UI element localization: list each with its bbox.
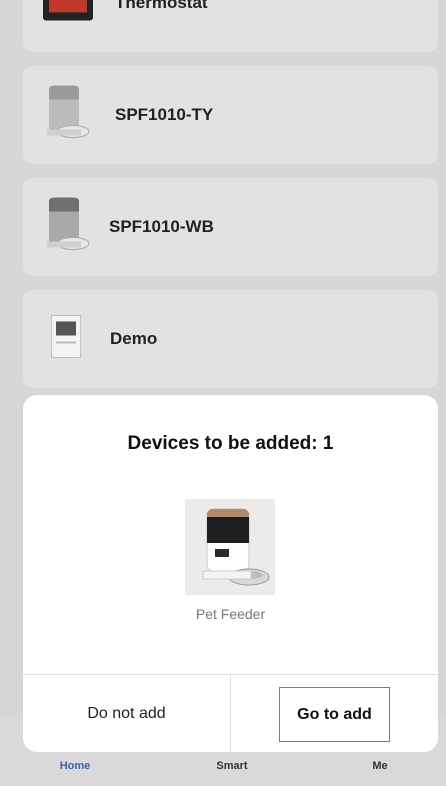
device-name-label: Pet Feeder [195,606,266,622]
button-divider [230,675,231,752]
do-not-add-button[interactable]: Do not add [23,675,230,752]
go-to-add-button[interactable]: Go to add [279,687,390,742]
pet-feeder-image [185,499,275,595]
add-devices-dialog: Devices to be added: 1 Pet Feeder Do not… [23,395,438,752]
dialog-title: Devices to be added: 1 [127,433,334,454]
